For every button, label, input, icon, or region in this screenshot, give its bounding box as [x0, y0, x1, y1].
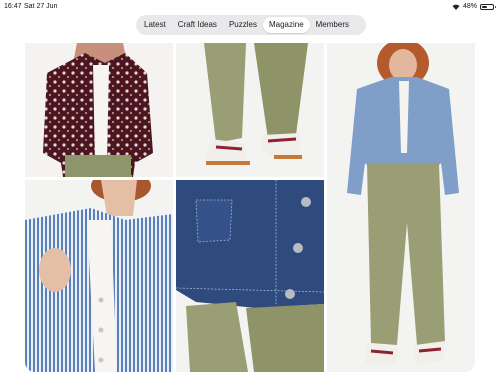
battery-icon [480, 3, 496, 10]
tab-magazine[interactable]: Magazine [262, 17, 310, 33]
section-tab-bar: Latest Craft Ideas Puzzles Magazine Memb… [136, 15, 366, 35]
status-date: Sat 27 Jun [24, 3, 58, 10]
status-right: 48% [452, 3, 496, 10]
status-bar: 16:47 Sat 27 Jun 48% [0, 0, 500, 14]
denim-jacket-detail-photo[interactable] [176, 180, 324, 372]
tab-craft-ideas[interactable]: Craft Ideas [172, 17, 223, 33]
wifi-icon [452, 4, 460, 10]
battery-percent: 48% [462, 3, 477, 10]
tab-members[interactable]: Members [310, 17, 355, 33]
photo-gallery [25, 43, 475, 372]
status-time: 16:47 [4, 3, 22, 10]
floral-jacket-photo[interactable] [25, 43, 173, 177]
trousers-sneakers-photo[interactable] [176, 43, 324, 177]
tab-puzzles[interactable]: Puzzles [223, 17, 263, 33]
tab-latest[interactable]: Latest [138, 17, 172, 33]
striped-jacket-photo[interactable] [25, 180, 173, 372]
denim-jacket-full-outfit-photo[interactable] [327, 43, 475, 372]
